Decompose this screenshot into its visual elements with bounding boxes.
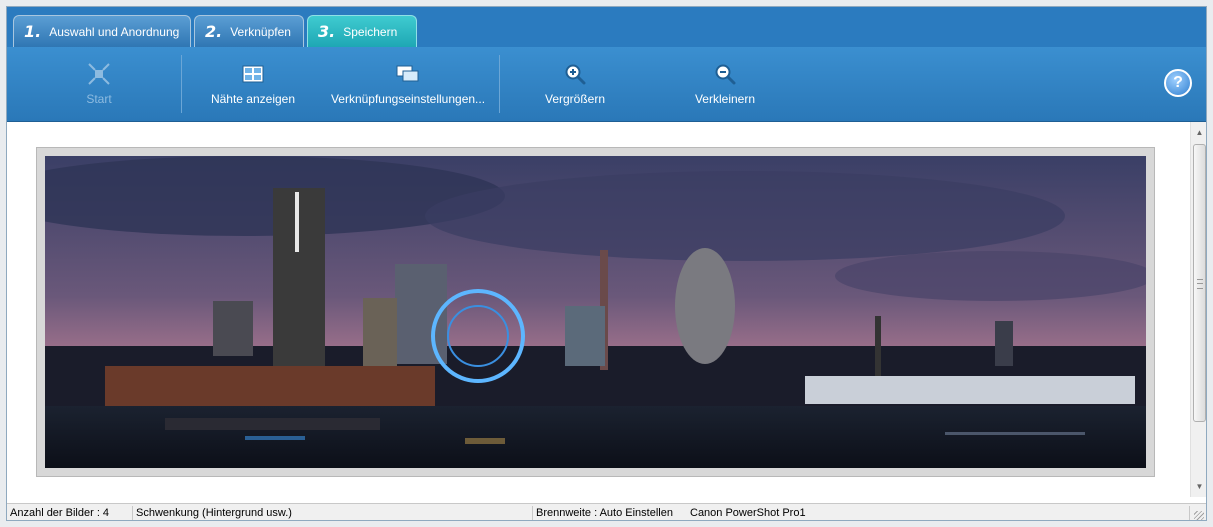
preview-area — [7, 122, 1190, 497]
scroll-up-icon[interactable]: ▲ — [1191, 124, 1206, 141]
tab-auswahl[interactable]: 1. Auswahl und Anordnung — [13, 15, 191, 47]
panorama-skyline — [45, 156, 1146, 468]
zoom-out-icon — [713, 62, 737, 86]
panorama-image[interactable] — [45, 156, 1146, 468]
show-seams-label: Nähte anzeigen — [210, 92, 296, 106]
toolbar-divider — [181, 55, 182, 113]
tab-number: 3. — [318, 22, 336, 41]
link-settings-button[interactable]: Verknüpfungseinstellungen... — [323, 47, 493, 121]
tab-label: Verknüpfen — [230, 24, 291, 39]
zoom-out-label: Verkleinern — [694, 92, 756, 106]
zoom-in-icon — [563, 62, 587, 86]
app-window: 1. Auswahl und Anordnung 2. Verknüpfen 3… — [6, 6, 1207, 521]
toolbar-divider — [499, 55, 500, 113]
show-seams-button[interactable]: Nähte anzeigen — [203, 47, 303, 121]
scroll-down-icon[interactable]: ▼ — [1191, 478, 1206, 495]
status-mode: Schwenkung (Hintergrund usw.) — [133, 506, 533, 520]
help-icon: ? — [1173, 74, 1183, 91]
resize-grip-icon[interactable] — [1194, 511, 1204, 520]
toolbar: Start Nähte anzeigen Verknüpfungseinstel… — [7, 47, 1206, 122]
link-settings-label: Verknüpfungseinstellungen... — [330, 92, 486, 106]
tab-number: 1. — [24, 22, 42, 41]
zoom-in-button[interactable]: Vergrößern — [535, 47, 615, 121]
zoom-out-button[interactable]: Verkleinern — [685, 47, 765, 121]
grip-icon — [1197, 279, 1203, 289]
start-icon — [87, 62, 111, 86]
start-button[interactable]: Start — [67, 47, 131, 121]
tab-verknuepfen[interactable]: 2. Verknüpfen — [194, 15, 304, 47]
seams-icon — [241, 62, 265, 86]
status-focal-length: Brennweite : Auto Einstellen — [536, 507, 673, 519]
start-label: Start — [86, 92, 112, 106]
status-image-count: Anzahl der Bilder : 4 — [7, 506, 133, 520]
tab-label: Auswahl und Anordnung — [49, 24, 180, 39]
step-tabbar: 1. Auswahl und Anordnung 2. Verknüpfen 3… — [7, 7, 1206, 48]
tab-speichern[interactable]: 3. Speichern — [307, 15, 417, 47]
status-bar: Anzahl der Bilder : 4 Schwenkung (Hinter… — [7, 503, 1206, 520]
scroll-thumb[interactable] — [1193, 144, 1206, 422]
help-button[interactable]: ? — [1164, 69, 1192, 97]
status-camera: Canon PowerShot Pro1 — [687, 506, 1190, 520]
zoom-in-label: Vergrößern — [544, 92, 606, 106]
settings-icon — [396, 62, 420, 86]
tab-label: Speichern — [343, 24, 398, 39]
tab-number: 2. — [205, 22, 223, 41]
vertical-scrollbar[interactable]: ▲ ▼ — [1190, 122, 1206, 497]
panorama-frame — [36, 147, 1155, 477]
